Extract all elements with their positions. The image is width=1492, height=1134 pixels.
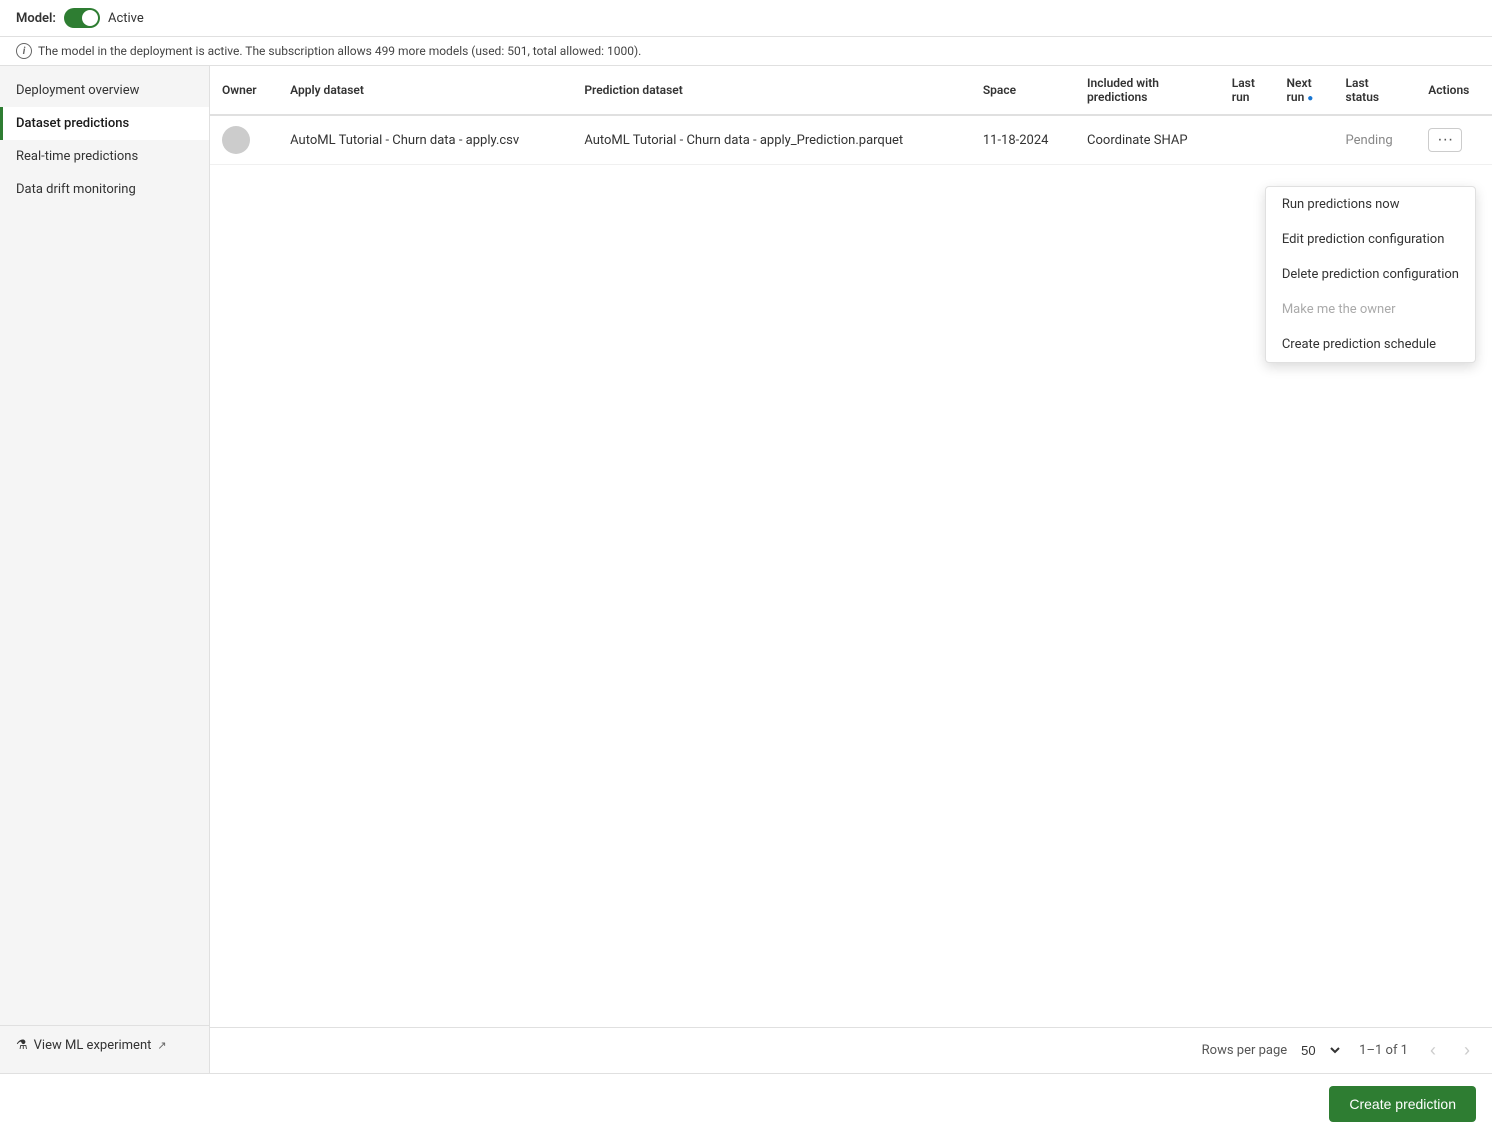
prev-page-button[interactable]: ‹ bbox=[1424, 1038, 1442, 1063]
view-ml-experiment-link[interactable]: ⚗ View ML experiment ↗ bbox=[16, 1038, 193, 1053]
toggle-knob bbox=[82, 10, 98, 26]
avatar bbox=[222, 126, 250, 154]
model-label: Model: bbox=[16, 11, 56, 26]
col-included-with-predictions: Included withpredictions bbox=[1075, 66, 1220, 115]
dropdown-menu: Run predictions now Edit prediction conf… bbox=[1265, 186, 1476, 363]
dropdown-item-delete-prediction[interactable]: Delete prediction configuration bbox=[1266, 257, 1475, 292]
cell-space: 11-18-2024 bbox=[971, 115, 1075, 165]
flask-icon: ⚗ bbox=[16, 1038, 28, 1053]
sidebar-items: Deployment overview Dataset predictions … bbox=[0, 74, 209, 1025]
main-content: Deployment overview Dataset predictions … bbox=[0, 66, 1492, 1073]
sidebar-bottom: ⚗ View ML experiment ↗ bbox=[0, 1025, 209, 1065]
top-bar: Model: Active bbox=[0, 0, 1492, 37]
cell-last-run bbox=[1220, 115, 1275, 165]
rows-per-page-label: Rows per page bbox=[1202, 1043, 1288, 1058]
col-owner: Owner bbox=[210, 66, 278, 115]
cell-included-with-predictions: Coordinate SHAP bbox=[1075, 115, 1220, 165]
sidebar-item-data-drift[interactable]: Data drift monitoring bbox=[0, 173, 209, 206]
predictions-table: Owner Apply dataset Prediction dataset S… bbox=[210, 66, 1492, 165]
cell-actions: ··· bbox=[1416, 115, 1492, 165]
actions-button[interactable]: ··· bbox=[1428, 128, 1462, 152]
create-prediction-button[interactable]: Create prediction bbox=[1329, 1086, 1476, 1122]
sidebar: Deployment overview Dataset predictions … bbox=[0, 66, 210, 1073]
rows-per-page: Rows per page 50 25 100 bbox=[1202, 1040, 1344, 1061]
app-container: Model: Active i The model in the deploym… bbox=[0, 0, 1492, 1134]
col-next-run: Nextrun ● bbox=[1275, 66, 1334, 115]
cell-owner bbox=[210, 115, 278, 165]
cell-apply-dataset: AutoML Tutorial - Churn data - apply.csv bbox=[278, 115, 572, 165]
col-space: Space bbox=[971, 66, 1075, 115]
table-header-row: Owner Apply dataset Prediction dataset S… bbox=[210, 66, 1492, 115]
sidebar-item-realtime-predictions[interactable]: Real-time predictions bbox=[0, 140, 209, 173]
view-ml-experiment-label: View ML experiment bbox=[34, 1038, 152, 1053]
col-last-status: Laststatus bbox=[1334, 66, 1417, 115]
col-apply-dataset: Apply dataset bbox=[278, 66, 572, 115]
info-text: The model in the deployment is active. T… bbox=[38, 44, 641, 58]
cell-prediction-dataset: AutoML Tutorial - Churn data - apply_Pre… bbox=[572, 115, 971, 165]
dropdown-item-create-schedule[interactable]: Create prediction schedule bbox=[1266, 327, 1475, 362]
content-area: Owner Apply dataset Prediction dataset S… bbox=[210, 66, 1492, 1073]
rows-per-page-select[interactable]: 50 25 100 bbox=[1293, 1040, 1343, 1061]
info-icon: i bbox=[16, 43, 32, 59]
dropdown-item-make-owner: Make me the owner bbox=[1266, 292, 1475, 327]
dropdown-item-edit-prediction[interactable]: Edit prediction configuration bbox=[1266, 222, 1475, 257]
footer: Rows per page 50 25 100 1–1 of 1 ‹ › bbox=[210, 1027, 1492, 1073]
cell-next-run bbox=[1275, 115, 1334, 165]
sidebar-item-dataset-predictions[interactable]: Dataset predictions bbox=[0, 107, 209, 140]
cell-last-status: Pending bbox=[1334, 115, 1417, 165]
pagination-info: 1–1 of 1 bbox=[1359, 1043, 1408, 1058]
active-label: Active bbox=[108, 11, 144, 26]
table-row: AutoML Tutorial - Churn data - apply.csv… bbox=[210, 115, 1492, 165]
col-prediction-dataset: Prediction dataset bbox=[572, 66, 971, 115]
sidebar-item-deployment-overview[interactable]: Deployment overview bbox=[0, 74, 209, 107]
next-page-button[interactable]: › bbox=[1458, 1038, 1476, 1063]
info-bar: i The model in the deployment is active.… bbox=[0, 37, 1492, 66]
external-link-icon: ↗ bbox=[157, 1039, 166, 1052]
col-actions: Actions bbox=[1416, 66, 1492, 115]
dropdown-item-run-predictions[interactable]: Run predictions now bbox=[1266, 187, 1475, 222]
col-last-run: Lastrun bbox=[1220, 66, 1275, 115]
model-toggle[interactable] bbox=[64, 8, 100, 28]
bottom-action-bar: Create prediction bbox=[0, 1073, 1492, 1134]
